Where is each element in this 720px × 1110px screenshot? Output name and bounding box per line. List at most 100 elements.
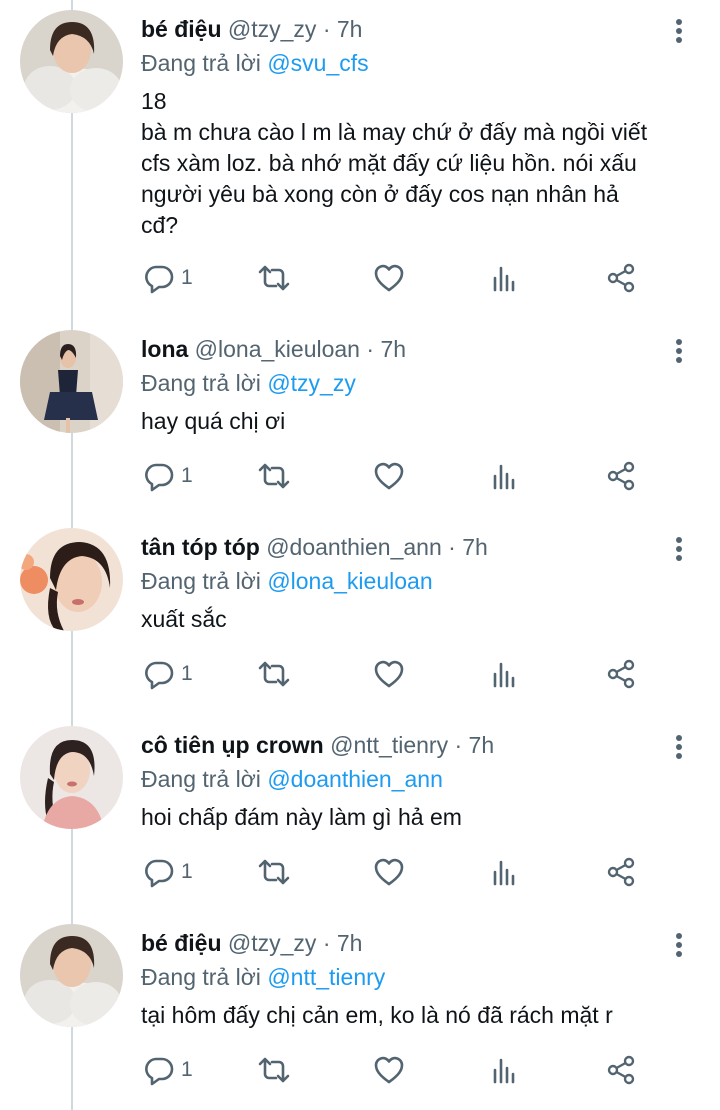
retweet-icon [258, 1057, 290, 1083]
more-options-button[interactable] [668, 336, 690, 366]
avatar[interactable] [20, 726, 123, 829]
like-button[interactable] [373, 1052, 405, 1088]
display-name[interactable]: lona [141, 336, 188, 362]
tweet-header: tân tóp tóp @doanthien_ann · 7h [141, 532, 488, 562]
reply-bubble-icon [145, 265, 174, 294]
like-button[interactable] [373, 260, 405, 296]
replying-to: Đang trả lời @tzy_zy [141, 368, 356, 398]
like-button[interactable] [373, 854, 405, 890]
timestamp[interactable]: 7h [462, 534, 488, 560]
user-handle[interactable]: @ntt_tienry [330, 732, 448, 758]
replying-to-mention[interactable]: @doanthien_ann [267, 766, 443, 792]
more-options-button[interactable] [668, 534, 690, 564]
timestamp[interactable]: 7h [337, 930, 363, 956]
reply-button[interactable]: 1 [143, 656, 193, 692]
replying-to-mention[interactable]: @svu_cfs [267, 50, 368, 76]
analytics-bars-icon [493, 464, 515, 490]
avatar[interactable] [20, 528, 123, 631]
tweet[interactable]: lona @lona_kieuloan · 7h Đang trả lời @t… [0, 320, 720, 518]
display-name[interactable]: bé điệu [141, 930, 222, 956]
share-icon [607, 461, 635, 491]
user-handle[interactable]: @lona_kieuloan [195, 336, 360, 362]
views-button[interactable] [491, 458, 519, 494]
share-button[interactable] [605, 1052, 637, 1088]
reply-button[interactable]: 1 [143, 458, 193, 494]
more-options-button[interactable] [668, 16, 690, 46]
retweet-icon [258, 859, 290, 885]
retweet-button[interactable] [256, 656, 292, 692]
tweet-header: cô tiên ụp crown @ntt_tienry · 7h [141, 730, 494, 760]
share-button[interactable] [605, 854, 637, 890]
replying-to-label: Đang trả lời [141, 766, 261, 792]
timestamp[interactable]: 7h [337, 16, 363, 42]
replying-to-mention[interactable]: @tzy_zy [267, 370, 356, 396]
tweet-text: tại hôm đấy chị cản em, ko là nó đã rách… [141, 1002, 613, 1028]
replying-to: Đang trả lời @svu_cfs [141, 48, 369, 78]
retweet-icon [258, 661, 290, 687]
replying-to: Đang trả lời @lona_kieuloan [141, 566, 433, 596]
user-handle[interactable]: @tzy_zy [228, 16, 317, 42]
tweet-header: lona @lona_kieuloan · 7h [141, 334, 406, 364]
tweet-text: hoi chấp đám này làm gì hả em [141, 804, 462, 830]
retweet-icon [258, 463, 290, 489]
tweet-actions: 1 [140, 260, 660, 300]
display-name[interactable]: bé điệu [141, 16, 222, 42]
analytics-bars-icon [493, 662, 515, 688]
avatar[interactable] [20, 10, 123, 113]
share-button[interactable] [605, 458, 637, 494]
tweet[interactable]: tân tóp tóp @doanthien_ann · 7h Đang trả… [0, 518, 720, 716]
like-button[interactable] [373, 458, 405, 494]
reply-button[interactable]: 1 [143, 260, 193, 296]
tweet-actions: 1 [140, 458, 660, 498]
user-handle[interactable]: @tzy_zy [228, 930, 317, 956]
more-vertical-icon [668, 19, 690, 43]
retweet-button[interactable] [256, 854, 292, 890]
share-button[interactable] [605, 260, 637, 296]
reply-button[interactable]: 1 [143, 1052, 193, 1088]
retweet-button[interactable] [256, 1052, 292, 1088]
replying-to-label: Đang trả lời [141, 50, 261, 76]
reply-count: 1 [181, 1058, 193, 1081]
reply-count: 1 [181, 464, 193, 487]
reply-button[interactable]: 1 [143, 854, 193, 890]
heart-icon [374, 1056, 404, 1084]
timestamp[interactable]: 7h [469, 732, 495, 758]
replying-to-label: Đang trả lời [141, 964, 261, 990]
separator-dot: · [322, 930, 331, 956]
share-icon [607, 263, 635, 293]
tweet[interactable]: bé điệu @tzy_zy · 7h Đang trả lời @svu_c… [0, 0, 720, 320]
separator-dot: · [366, 336, 375, 362]
timestamp[interactable]: 7h [380, 336, 406, 362]
heart-icon [374, 660, 404, 688]
reply-count: 1 [181, 860, 193, 883]
tweet[interactable]: cô tiên ụp crown @ntt_tienry · 7h Đang t… [0, 716, 720, 914]
views-button[interactable] [491, 1052, 519, 1088]
share-icon [607, 1055, 635, 1085]
separator-dot: · [448, 534, 456, 560]
more-options-button[interactable] [668, 732, 690, 762]
more-options-button[interactable] [668, 930, 690, 960]
display-name[interactable]: tân tóp tóp [141, 534, 260, 560]
reply-count: 1 [181, 266, 193, 289]
avatar[interactable] [20, 924, 123, 1027]
separator-dot: · [454, 732, 463, 758]
replying-to-mention[interactable]: @lona_kieuloan [267, 568, 432, 594]
avatar[interactable] [20, 330, 123, 433]
display-name[interactable]: cô tiên ụp crown [141, 732, 324, 758]
reply-bubble-icon [145, 661, 174, 690]
replying-to-label: Đang trả lời [141, 568, 261, 594]
views-button[interactable] [491, 656, 519, 692]
user-handle[interactable]: @doanthien_ann [266, 534, 442, 560]
retweet-button[interactable] [256, 260, 292, 296]
tweet-actions: 1 [140, 1052, 660, 1092]
retweet-button[interactable] [256, 458, 292, 494]
reply-bubble-icon [145, 1057, 174, 1086]
share-button[interactable] [605, 656, 637, 692]
like-button[interactable] [373, 656, 405, 692]
views-button[interactable] [491, 260, 519, 296]
heart-icon [374, 264, 404, 292]
replying-to-mention[interactable]: @ntt_tienry [267, 964, 385, 990]
tweet-text: hay quá chị ơi [141, 408, 286, 434]
tweet[interactable]: bé điệu @tzy_zy · 7h Đang trả lời @ntt_t… [0, 914, 720, 1110]
views-button[interactable] [491, 854, 519, 890]
